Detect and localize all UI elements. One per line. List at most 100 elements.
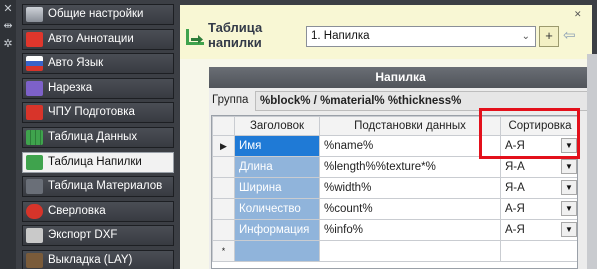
table-row[interactable]: Длина %length%%texture*% Я-А ▼ [212,156,577,178]
row-selector[interactable] [212,219,235,241]
sidebar-item-weld-table[interactable]: Таблица Напилки [22,151,174,173]
row-title-cell[interactable]: Количество [234,198,320,220]
weld-table-icon [186,29,204,45]
sidebar-item-data-table[interactable]: Таблица Данных [22,126,174,148]
left-toolstrip: ✕ ⇹ ✲ [0,0,16,269]
row-substitution-cell[interactable]: %info% [319,219,501,241]
chevron-down-icon: ⌄ [521,31,530,42]
close-panel-icon[interactable]: ✕ [574,9,584,19]
weld-table-icon [26,154,43,170]
materials-icon [26,179,43,195]
chevron-down-icon[interactable]: ▼ [561,180,577,195]
grid-header-row: Заголовок Подстановки данных Сортировка [212,116,577,136]
vertical-scrollbar[interactable] [587,54,597,269]
sidebar: Общие настройки Авто Аннотации Авто Язык… [22,4,174,269]
row-substitution-cell[interactable]: %length%%texture*% [319,156,501,178]
panel-title: Напилка [209,67,592,88]
undo-icon[interactable]: ⇦ [563,28,581,45]
chevron-down-icon[interactable]: ▼ [561,138,577,153]
row-sort-select[interactable]: А-Я ▼ [500,135,577,157]
sidebar-item-label: ЧПУ Подготовка [48,106,135,119]
column-header-sort[interactable]: Сортировка [500,116,577,136]
collapse-icon[interactable]: ⇹ [2,20,14,32]
dxf-icon [26,228,43,244]
sidebar-item-label: Авто Язык [48,57,104,70]
sidebar-item-label: Авто Аннотации [48,32,134,45]
corner-cell [212,116,235,136]
page-title: Таблица напилки [208,20,263,50]
sidebar-item-label: Таблица Материалов [48,180,163,193]
table-row[interactable]: Количество %count% А-Я ▼ [212,198,577,220]
row-sort-value: А-Я [505,140,525,152]
row-sort-select[interactable]: Я-А ▼ [500,177,577,199]
add-button[interactable]: + [539,26,559,47]
new-row-marker[interactable]: * [212,240,235,262]
new-row-substitution-cell[interactable] [319,240,501,262]
new-row[interactable]: * [212,240,577,262]
row-sort-value: А-Я [505,203,525,215]
header: Таблица напилки 1. Напилка ⌄ + ⇦ ✕ [180,5,592,59]
row-substitution-cell[interactable]: %width% [319,177,501,199]
sidebar-item-layout[interactable]: Выкладка (LAY) [22,249,174,269]
chevron-down-icon[interactable]: ▼ [561,222,577,237]
cnc-icon [26,105,43,121]
row-selector[interactable] [212,156,235,178]
group-label: Группа [212,94,249,106]
chevron-down-icon[interactable]: ▼ [561,159,577,174]
table-icon [26,129,43,145]
chevron-down-icon[interactable]: ▼ [561,201,577,216]
car-icon [26,31,43,47]
sidebar-item-label: Таблица Данных [48,130,138,143]
sidebar-item-label: Экспорт DXF [48,229,118,242]
row-selector[interactable] [212,177,235,199]
profile-select[interactable]: 1. Напилка ⌄ [306,26,536,47]
sidebar-item-label: Таблица Напилки [48,155,142,168]
group-field[interactable]: %block% / %material% %thickness% [255,91,592,111]
weld-panel: Напилка Группа %block% / %material% %thi… [209,67,592,269]
sidebar-item-label: Общие настройки [48,8,144,20]
row-sort-value: Я-А [505,161,525,173]
row-substitution-cell[interactable]: %name% [319,135,501,157]
sidebar-item-label: Выкладка (LAY) [48,253,133,266]
sidebar-item-label: Сверловка [48,204,106,217]
group-row: Группа %block% / %material% %thickness% [209,91,592,111]
settings-bar-icon [26,7,43,22]
row-selector[interactable] [212,198,235,220]
layout-icon [26,252,43,268]
sidebar-item-drilling[interactable]: Сверловка [22,200,174,222]
row-title-cell[interactable]: Информация [234,219,320,241]
table-row[interactable]: ▶ Имя %name% А-Я ▼ [212,135,577,157]
row-substitution-cell[interactable]: %count% [319,198,501,220]
column-header-title[interactable]: Заголовок [234,116,320,136]
close-icon[interactable]: ✕ [2,3,14,15]
cut-icon [26,80,43,96]
row-selector-icon[interactable]: ▶ [212,135,235,157]
row-sort-select[interactable]: А-Я ▼ [500,198,577,220]
sidebar-item-label: Нарезка [48,81,93,94]
sidebar-item-cutting[interactable]: Нарезка [22,77,174,99]
new-row-title-cell[interactable] [234,240,320,262]
sidebar-item-cnc-prep[interactable]: ЧПУ Подготовка [22,102,174,124]
app-window: ✕ ⇹ ✲ Общие настройки Авто Аннотации Авт… [0,0,597,269]
row-sort-select[interactable]: А-Я ▼ [500,219,577,241]
sidebar-item-export-dxf[interactable]: Экспорт DXF [22,225,174,247]
row-title-cell[interactable]: Имя [234,135,320,157]
flag-icon [26,56,43,72]
row-title-cell[interactable]: Ширина [234,177,320,199]
row-sort-select[interactable]: Я-А ▼ [500,156,577,178]
main-panel: Таблица напилки 1. Напилка ⌄ + ⇦ ✕ Напил… [180,5,592,269]
profile-select-value: 1. Напилка [311,30,370,42]
row-sort-value: Я-А [505,182,525,194]
new-row-sort-cell[interactable] [500,240,577,262]
sidebar-item-auto-annotations[interactable]: Авто Аннотации [22,28,174,50]
columns-grid: Заголовок Подстановки данных Сортировка … [211,115,578,269]
sidebar-item-auto-language[interactable]: Авто Язык [22,53,174,75]
table-row[interactable]: Информация %info% А-Я ▼ [212,219,577,241]
row-sort-value: А-Я [505,224,525,236]
table-row[interactable]: Ширина %width% Я-А ▼ [212,177,577,199]
column-header-substitutions[interactable]: Подстановки данных [319,116,501,136]
sidebar-item-materials-table[interactable]: Таблица Материалов [22,176,174,198]
row-title-cell[interactable]: Длина [234,156,320,178]
settings-icon[interactable]: ✲ [2,38,14,50]
sidebar-item-general-settings[interactable]: Общие настройки [22,4,174,25]
